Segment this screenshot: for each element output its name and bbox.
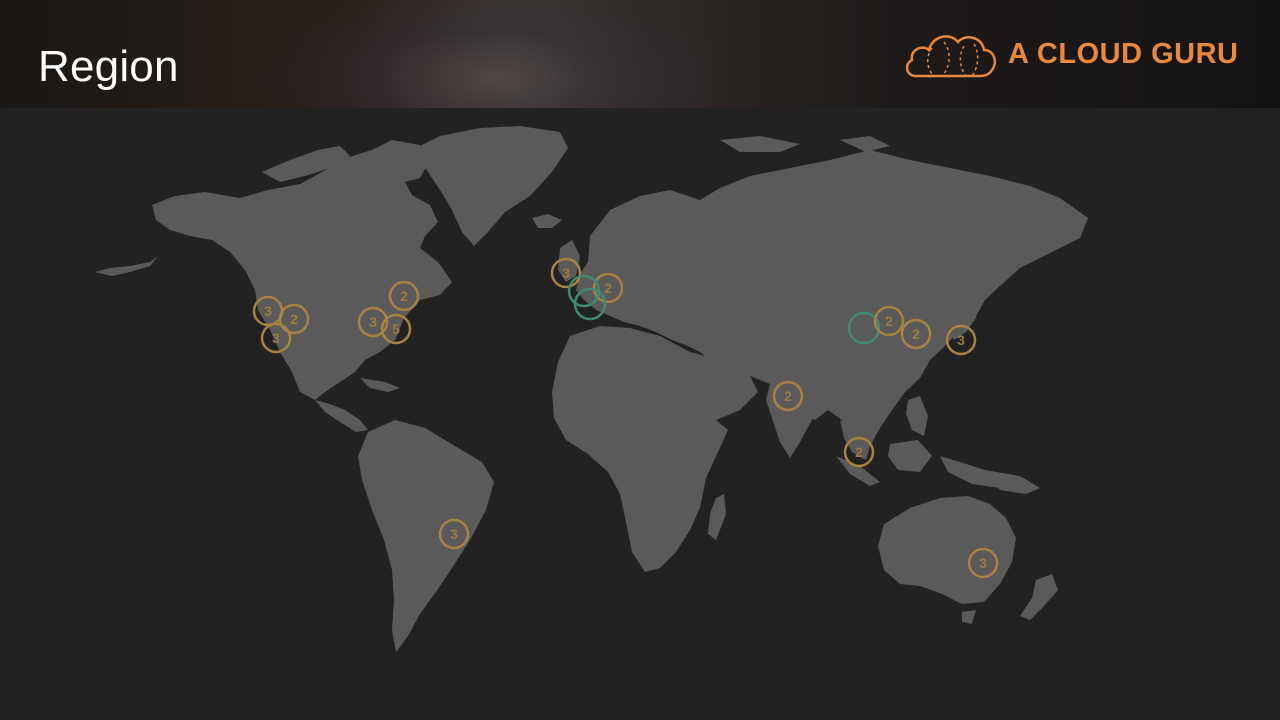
region-az-count: 3 — [979, 555, 987, 571]
region-az-count: 5 — [392, 321, 400, 337]
alaska-chain — [95, 256, 158, 276]
brand-name: A CLOUD GURU — [1008, 38, 1239, 70]
region-az-count: 3 — [450, 526, 458, 542]
arctic-islands — [720, 136, 800, 152]
madagascar — [708, 494, 726, 540]
region-az-count: 2 — [290, 311, 298, 327]
region-az-count: 3 — [957, 332, 965, 348]
philippines — [906, 396, 928, 436]
indonesia-borneo — [888, 440, 932, 472]
region-az-count: 2 — [784, 388, 792, 404]
north-america — [152, 140, 452, 400]
continents — [95, 126, 1088, 652]
region-az-count: 2 — [400, 288, 408, 304]
region-az-count: 2 — [604, 280, 612, 296]
region-az-count: 3 — [369, 314, 377, 330]
world-map: 3 2 3 2 3 5 3 2 2 2 3 2 2 3 3 — [0, 108, 1280, 720]
slide-header: Region A CLOUD GURU — [0, 0, 1280, 108]
region-az-count: 2 — [855, 444, 863, 460]
slide-title: Region — [38, 42, 179, 91]
region-az-count: 2 — [885, 313, 893, 329]
speaker-video-background — [250, 0, 730, 108]
world-map-svg: 3 2 3 2 3 5 3 2 2 2 3 2 2 3 3 — [95, 126, 1088, 652]
arctic-islands-2 — [840, 136, 890, 152]
iceland — [532, 214, 562, 228]
tasmania — [962, 610, 976, 624]
brand-logo: A CLOUD GURU — [902, 28, 1252, 82]
south-america — [358, 420, 494, 652]
central-america — [315, 400, 368, 432]
caribbean — [360, 378, 400, 392]
australia — [878, 496, 1016, 604]
indonesia-sumatra — [836, 456, 880, 486]
region-az-count: 3 — [272, 330, 280, 346]
region-az-count: 2 — [912, 326, 920, 342]
region-az-count: 3 — [264, 303, 272, 319]
region-az-count: 3 — [562, 265, 570, 281]
new-zealand — [1020, 574, 1058, 620]
cloud-logo-icon — [905, 35, 996, 78]
